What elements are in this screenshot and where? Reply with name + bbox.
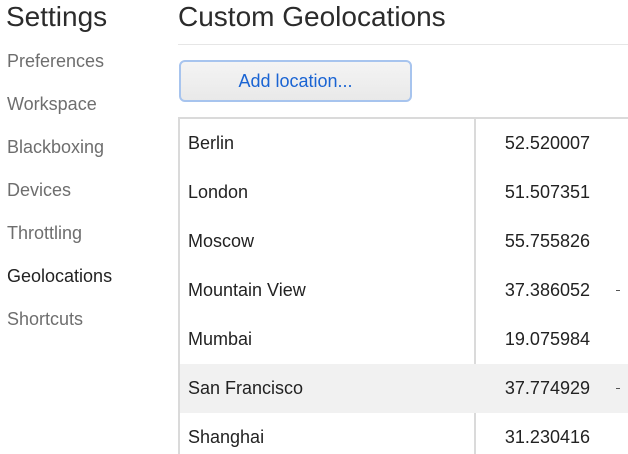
list-item[interactable]: Mumbai 19.075984 — [180, 315, 628, 364]
sidebar-item-shortcuts[interactable]: Shortcuts — [0, 308, 170, 351]
list-item[interactable]: Mountain View 37.386052 — [180, 266, 628, 315]
settings-nav: Preferences Workspace Blackboxing Device… — [0, 50, 170, 351]
sidebar-item-geolocations[interactable]: Geolocations — [0, 265, 170, 308]
sidebar-item-workspace[interactable]: Workspace — [0, 93, 170, 136]
sidebar-item-throttling[interactable]: Throttling — [0, 222, 170, 265]
location-latitude: 55.755826 — [504, 231, 590, 251]
location-name: Mumbai — [188, 329, 253, 349]
list-item[interactable]: Shanghai 31.230416 — [180, 413, 628, 454]
location-name: Berlin — [188, 133, 235, 153]
location-name: Shanghai — [188, 427, 265, 447]
location-latitude: 51.507351 — [504, 182, 590, 202]
location-latitude: 31.230416 — [504, 427, 590, 447]
location-latitude: 19.075984 — [504, 329, 590, 349]
geolocations-panel: Custom Geolocations Add location... Berl… — [178, 0, 628, 454]
sidebar-item-preferences[interactable]: Preferences — [0, 50, 170, 93]
location-name: Mountain View — [188, 280, 306, 300]
settings-window: Settings Preferences Workspace Blackboxi… — [0, 0, 628, 454]
truncated-longitude-mark — [616, 290, 620, 291]
list-item[interactable]: Moscow 55.755826 — [180, 217, 628, 266]
settings-title: Settings — [6, 1, 108, 32]
location-name: San Francisco — [188, 378, 304, 398]
location-name: Moscow — [188, 231, 255, 251]
location-name: London — [188, 182, 249, 202]
list-item[interactable]: London 51.507351 — [180, 168, 628, 217]
page-title: Custom Geolocations — [178, 1, 446, 32]
add-location-button[interactable]: Add location... — [179, 60, 412, 102]
location-latitude: 37.386052 — [504, 280, 590, 300]
geolocations-list: Berlin 52.520007 London 51.507351 Moscow… — [178, 117, 628, 454]
sidebar-item-devices[interactable]: Devices — [0, 179, 170, 222]
location-latitude: 52.520007 — [504, 133, 590, 153]
title-divider — [178, 44, 628, 45]
list-item[interactable]: Berlin 52.520007 — [180, 119, 628, 168]
list-item[interactable]: San Francisco 37.774929 — [180, 364, 628, 413]
settings-sidebar: Settings Preferences Workspace Blackboxi… — [0, 0, 170, 454]
truncated-longitude-mark — [616, 388, 620, 389]
location-latitude: 37.774929 — [504, 378, 590, 398]
sidebar-item-blackboxing[interactable]: Blackboxing — [0, 136, 170, 179]
